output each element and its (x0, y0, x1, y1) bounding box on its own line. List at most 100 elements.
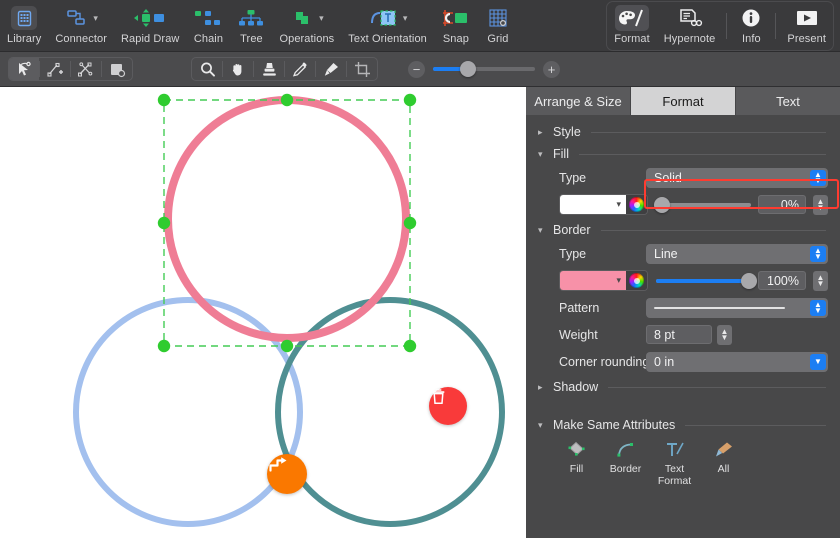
border-color-swatch[interactable]: ▾ (560, 271, 626, 290)
fill-type-select[interactable]: Solid ▲ ▼ (646, 167, 828, 188)
toolbar-item-operations[interactable]: ▾ Operations (272, 1, 341, 51)
connector-icon (64, 6, 90, 30)
shape-tool[interactable] (102, 58, 132, 80)
toolbar-item-text-orientation[interactable]: ▾ Text Orientation (341, 1, 434, 51)
fill-opacity-knob[interactable] (654, 196, 670, 213)
section-title: Shadow (553, 380, 599, 394)
fill-opacity-stepper[interactable]: ▲ ▼ (813, 194, 828, 215)
border-color-wheel-button[interactable] (626, 271, 647, 290)
info-icon (738, 6, 764, 30)
stepper-icon[interactable]: ▲ ▼ (810, 245, 826, 262)
selection-handles[interactable] (157, 93, 417, 353)
zoom-in-button[interactable]: + (543, 60, 560, 78)
border-weight-stepper[interactable]: ▲ ▼ (717, 324, 732, 345)
chevron-down-icon[interactable]: ▾ (93, 13, 98, 23)
add-point-tool[interactable] (40, 58, 70, 80)
toolbar-item-hypernote[interactable]: Hypernote (657, 1, 723, 51)
toolbar-item-rapid-draw[interactable]: Rapid Draw (114, 1, 186, 51)
zoom-slider[interactable] (433, 61, 535, 77)
section-style[interactable]: ▸ Style (526, 121, 840, 143)
toolbar-item-library[interactable]: Library (0, 1, 48, 51)
border-stroke-icon (616, 443, 633, 457)
fill-color-wheel-button[interactable] (626, 195, 647, 214)
toolbar-item-label: Connector (55, 33, 107, 45)
make-same-text-format-button[interactable]: Text Format (650, 440, 699, 488)
sub-toolbar: − + (0, 52, 840, 87)
fill-color-combo[interactable]: ▾ (559, 194, 648, 215)
chevron-down-icon[interactable]: ▾ (403, 13, 408, 23)
eyedropper-tool[interactable] (285, 58, 315, 80)
chevron-down-icon[interactable]: ▾ (319, 13, 324, 23)
fill-color-swatch[interactable]: ▾ (560, 195, 626, 214)
border-type-label: Type (559, 246, 587, 261)
border-opacity-control: 100% ▲ ▼ (656, 270, 828, 291)
border-opacity-slider[interactable] (656, 272, 757, 289)
border-weight-row: Weight 8 pt ▲ ▼ (526, 322, 840, 347)
zoom-slider-knob[interactable] (460, 61, 476, 77)
section-fill[interactable]: ▾ Fill (526, 143, 840, 165)
border-opacity-stepper[interactable]: ▲ ▼ (813, 270, 828, 291)
button-label-line1: Text (664, 463, 685, 475)
delete-button[interactable] (429, 387, 467, 425)
format-palette-icon (615, 5, 650, 31)
chevron-down-icon[interactable]: ▼ (810, 353, 826, 370)
fill-opacity-slider[interactable] (654, 196, 751, 213)
section-shadow[interactable]: ▸ Shadow (526, 376, 840, 398)
toolbar-item-chain[interactable]: Chain (186, 1, 230, 51)
border-color-combo[interactable]: ▾ (559, 270, 648, 291)
section-border[interactable]: ▾ Border (526, 219, 840, 241)
fill-color-row: ▾ 0% ▲ ▼ (526, 192, 840, 217)
chevron-down-icon: ▾ (538, 148, 543, 159)
border-opacity-knob[interactable] (741, 272, 757, 289)
view-tools-group (191, 57, 378, 81)
toolbar-item-grid[interactable]: Grid (478, 1, 518, 51)
zoom-out-button[interactable]: − (408, 60, 425, 78)
hypernote-icon (675, 6, 705, 30)
connect-button[interactable] (267, 454, 307, 494)
toolbar-item-label: Present (787, 33, 826, 45)
drawing-canvas[interactable] (0, 87, 526, 538)
toolbar-item-connector[interactable]: ▾ Connector (48, 1, 114, 51)
border-pattern-select[interactable]: ▲ ▼ (646, 297, 828, 318)
select-arrow-tool[interactable] (9, 58, 39, 80)
stepper-icon[interactable]: ▲ ▼ (810, 169, 826, 186)
trash-icon (432, 389, 445, 404)
button-label: Border (609, 463, 642, 475)
button-label: All (717, 463, 730, 475)
stamp-tool[interactable] (254, 58, 284, 80)
brush-tool[interactable] (316, 58, 346, 80)
text-format-icon (666, 442, 684, 456)
border-weight-value[interactable]: 8 pt (646, 325, 712, 344)
pink-circle[interactable] (164, 96, 410, 342)
toolbar-item-info[interactable]: Info (731, 1, 771, 51)
app-window: Library ▾ Connector Rapid Draw Chain Tre… (0, 0, 840, 538)
make-same-all-button[interactable]: All (699, 440, 748, 488)
corner-rounding-select[interactable]: 0 in ▼ (646, 351, 828, 372)
border-type-select[interactable]: Line ▲ ▼ (646, 243, 828, 264)
border-opacity-fill (656, 278, 751, 283)
zoom-magnifier-tool[interactable] (192, 58, 222, 80)
chevron-right-icon: ▸ (538, 381, 543, 392)
toolbar-item-format[interactable]: Format (607, 1, 656, 51)
make-same-attributes-buttons: Fill Border Text Format All (526, 436, 840, 488)
toolbar-item-tree[interactable]: Tree (230, 1, 272, 51)
make-same-fill-button[interactable]: Fill (552, 440, 601, 488)
toolbar-item-present[interactable]: Present (780, 1, 833, 51)
cut-path-tool[interactable] (71, 58, 101, 80)
toolbar-item-label: Library (7, 33, 42, 45)
stepper-icon[interactable]: ▲ ▼ (810, 299, 826, 316)
crop-tool[interactable] (347, 58, 377, 80)
section-title: Make Same Attributes (553, 418, 676, 432)
make-same-border-button[interactable]: Border (601, 440, 650, 488)
section-make-same-attributes[interactable]: ▾ Make Same Attributes (526, 414, 840, 436)
text-orientation-icon (368, 6, 400, 30)
tab-arrange-size[interactable]: Arrange & Size (526, 87, 631, 115)
fill-type-label: Type (559, 170, 587, 185)
fill-opacity-value[interactable]: 0% (758, 195, 806, 214)
hand-pan-tool[interactable] (223, 58, 253, 80)
tab-format[interactable]: Format (631, 87, 736, 115)
toolbar-item-snap[interactable]: Snap (434, 1, 478, 51)
tab-text[interactable]: Text (736, 87, 840, 115)
section-rule (608, 386, 826, 388)
border-opacity-value[interactable]: 100% (758, 271, 806, 290)
